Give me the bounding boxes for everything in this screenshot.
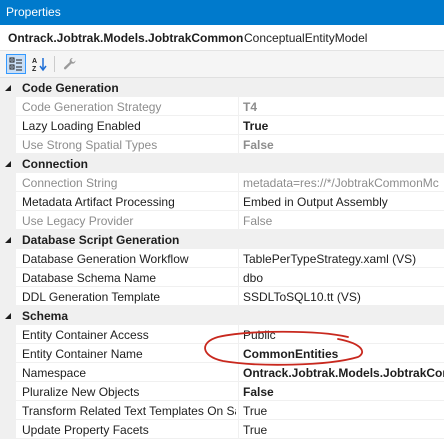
property-name: Namespace — [22, 366, 87, 380]
svg-text:A: A — [32, 58, 37, 65]
property-name: Entity Container Access — [22, 328, 149, 342]
categorized-icon — [9, 57, 22, 71]
property-row[interactable]: Transform Related Text Templates On Sav … — [0, 401, 444, 420]
object-selector[interactable]: Ontrack.Jobtrak.Models.JobtrakCommon Con… — [0, 25, 444, 51]
window-title: Properties — [6, 5, 61, 19]
property-value[interactable]: True — [243, 423, 444, 437]
property-row[interactable]: Entity Container Access Public — [0, 325, 444, 344]
property-name: Update Property Facets — [22, 423, 149, 437]
property-value[interactable]: dbo — [243, 271, 444, 285]
property-row[interactable]: Pluralize New Objects False — [0, 382, 444, 401]
collapse-icon[interactable] — [4, 160, 12, 168]
property-row[interactable]: Code Generation Strategy T4 — [0, 97, 444, 116]
property-value: T4 — [243, 100, 258, 114]
property-name: DDL Generation Template — [22, 290, 161, 304]
property-value[interactable]: Public — [243, 328, 444, 342]
property-row[interactable]: Database Generation Workflow TablePerTyp… — [0, 249, 444, 268]
property-grid: Code Generation Code Generation Strategy… — [0, 78, 444, 439]
property-name: Pluralize New Objects — [22, 385, 140, 399]
property-value[interactable]: Ontrack.Jobtrak.Models.JobtrakCom — [243, 366, 444, 380]
collapse-icon[interactable] — [4, 312, 12, 320]
category-connection[interactable]: Connection — [0, 154, 444, 173]
category-code-generation[interactable]: Code Generation — [0, 78, 444, 97]
category-label: Database Script Generation — [22, 233, 180, 247]
property-row[interactable]: Connection String metadata=res://*/Jobtr… — [0, 173, 444, 192]
categorized-button[interactable] — [6, 54, 26, 74]
category-label: Schema — [22, 309, 69, 323]
property-value[interactable]: SSDLToSQL10.tt (VS) — [243, 290, 444, 304]
property-name: Use Strong Spatial Types — [22, 138, 158, 152]
category-label: Code Generation — [22, 81, 119, 95]
property-value[interactable]: Embed in Output Assembly — [243, 195, 444, 209]
property-row[interactable]: Database Schema Name dbo — [0, 268, 444, 287]
category-label: Connection — [22, 157, 88, 171]
property-name: Database Generation Workflow — [22, 252, 189, 266]
toolbar-separator — [54, 56, 55, 72]
property-row[interactable]: Namespace Ontrack.Jobtrak.Models.Jobtrak… — [0, 363, 444, 382]
property-pages-button[interactable] — [60, 54, 80, 74]
window-title-bar: Properties — [0, 0, 444, 25]
properties-toolbar: A Z — [0, 51, 444, 78]
property-value: False — [243, 138, 274, 152]
collapse-icon[interactable] — [4, 84, 12, 92]
property-name: Database Schema Name — [22, 271, 157, 285]
object-type: ConceptualEntityModel — [244, 31, 368, 45]
property-row[interactable]: Metadata Artifact Processing Embed in Ou… — [0, 192, 444, 211]
property-name: Lazy Loading Enabled — [22, 119, 141, 133]
property-name: Transform Related Text Templates On Sav — [22, 404, 236, 418]
property-value[interactable]: True — [243, 404, 444, 418]
alphabetical-icon: A Z — [32, 58, 47, 72]
alphabetical-button[interactable]: A Z — [30, 54, 50, 74]
property-value[interactable]: True — [243, 119, 444, 133]
property-row[interactable]: Entity Container Name CommonEntities — [0, 344, 444, 363]
property-name: Use Legacy Provider — [22, 214, 134, 228]
property-row[interactable]: DDL Generation Template SSDLToSQL10.tt (… — [0, 287, 444, 306]
property-value: metadata=res://*/JobtrakCommonMc — [243, 176, 439, 190]
collapse-icon[interactable] — [4, 236, 12, 244]
object-name: Ontrack.Jobtrak.Models.JobtrakCommon — [8, 31, 244, 45]
category-schema[interactable]: Schema — [0, 306, 444, 325]
property-row[interactable]: Update Property Facets True — [0, 420, 444, 439]
property-name: Code Generation Strategy — [22, 100, 162, 114]
wrench-icon — [63, 57, 76, 70]
property-row[interactable]: Use Legacy Provider False — [0, 211, 444, 230]
property-name: Metadata Artifact Processing — [22, 195, 175, 209]
property-name: Entity Container Name — [22, 347, 143, 361]
category-database-script-generation[interactable]: Database Script Generation — [0, 230, 444, 249]
property-row[interactable]: Lazy Loading Enabled True — [0, 116, 444, 135]
property-value: False — [243, 214, 273, 228]
property-row[interactable]: Use Strong Spatial Types False — [0, 135, 444, 154]
property-value[interactable]: TablePerTypeStrategy.xaml (VS) — [243, 252, 444, 266]
property-name: Connection String — [22, 176, 118, 190]
svg-text:Z: Z — [32, 66, 37, 72]
property-value[interactable]: False — [243, 385, 444, 399]
property-value[interactable]: CommonEntities — [243, 347, 444, 361]
